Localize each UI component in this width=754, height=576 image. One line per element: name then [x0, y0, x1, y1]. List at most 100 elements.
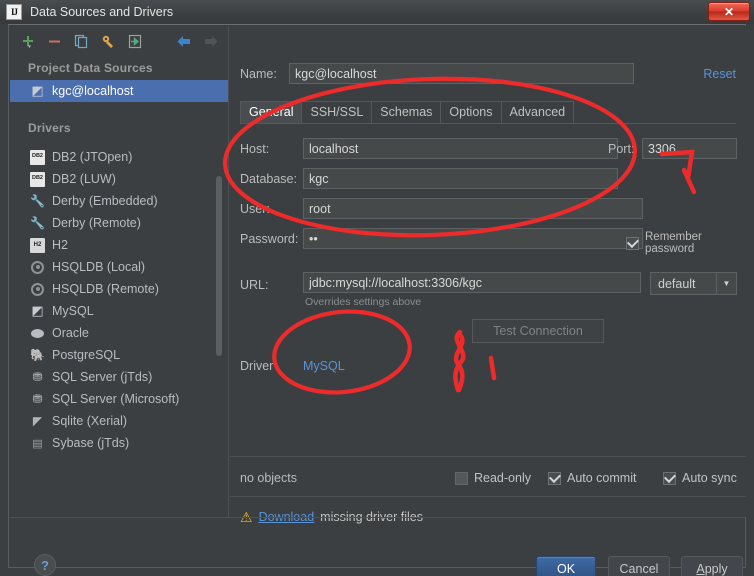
back-arrow-icon[interactable] [175, 32, 193, 50]
driver-value-link[interactable]: MySQL [303, 359, 345, 373]
autosync-checkbox[interactable]: Auto sync [663, 471, 737, 485]
test-connection-button[interactable]: Test Connection [472, 319, 604, 343]
checkbox-icon [455, 471, 468, 485]
project-data-sources-header: Project Data Sources [28, 61, 153, 75]
driver-item-sybase-jtds[interactable]: ▤ Sybase (jTds) [10, 432, 228, 454]
db2-icon: DB2 [30, 149, 45, 165]
ok-button[interactable]: OK [536, 556, 596, 576]
url-label: URL: [240, 278, 269, 292]
readonly-label: Read-only [474, 471, 531, 485]
add-icon[interactable] [18, 32, 36, 50]
sidebar-toolbar [10, 26, 228, 56]
db2-icon: DB2 [30, 171, 45, 187]
apply-button[interactable]: Apply [681, 556, 743, 576]
driver-item-label: SQL Server (jTds) [52, 370, 153, 384]
driver-item-hsqldb-remote[interactable]: HSQLDB (Remote) [10, 278, 228, 300]
host-label: Host: [240, 142, 270, 156]
driver-item-label: Derby (Embedded) [52, 194, 158, 208]
sybase-icon: ▤ [32, 437, 43, 450]
driver-item-label: Oracle [52, 326, 89, 340]
close-icon[interactable]: ✕ [708, 2, 750, 21]
driver-item-label: Derby (Remote) [52, 216, 141, 230]
ring-icon [30, 282, 45, 297]
driver-item-derby-remote[interactable]: 🔧 Derby (Remote) [10, 212, 228, 234]
password-input[interactable] [303, 228, 643, 249]
oracle-icon [30, 326, 45, 341]
driver-item-label: H2 [52, 238, 68, 252]
driver-item-db2-jtopen[interactable]: DB2 DB2 (JTOpen) [10, 146, 228, 168]
divider [230, 496, 746, 497]
h2-icon: H2 [30, 237, 45, 253]
driver-item-label: DB2 (LUW) [52, 172, 116, 186]
drivers-list: DB2 DB2 (JTOpen) DB2 DB2 (LUW) 🔧 Derby (… [10, 146, 228, 454]
sidebar-scrollbar[interactable] [216, 176, 222, 356]
url-input[interactable] [303, 272, 641, 293]
sidebar: Project Data Sources ◩ kgc@localhost Dri… [10, 26, 229, 517]
chevron-down-icon: ▼ [716, 273, 736, 294]
objects-status: no objects [240, 471, 297, 485]
driver-item-sqlite-xerial[interactable]: ◤ Sqlite (Xerial) [10, 410, 228, 432]
name-label: Name: [240, 67, 277, 81]
sqlserver-icon: ⛃ [32, 392, 43, 406]
database-label: Database: [240, 172, 297, 186]
port-input[interactable] [642, 138, 737, 159]
forward-arrow-icon [202, 32, 220, 50]
port-label: Port: [608, 142, 635, 156]
copy-icon[interactable] [72, 32, 90, 50]
remove-icon[interactable] [45, 32, 63, 50]
driver-item-mysql[interactable]: ◩ MySQL [10, 300, 228, 322]
driver-item-oracle[interactable]: Oracle [10, 322, 228, 344]
driver-item-label: DB2 (JTOpen) [52, 150, 133, 164]
readonly-checkbox[interactable]: Read-only [455, 471, 531, 485]
driver-item-postgresql[interactable]: 🐘 PostgreSQL [10, 344, 228, 366]
import-icon[interactable] [126, 32, 144, 50]
checkbox-icon [663, 471, 676, 485]
apply-label-rest: pply [704, 562, 728, 576]
driver-item-sqlserver-jtds[interactable]: ⛃ SQL Server (jTds) [10, 366, 228, 388]
reset-link[interactable]: Reset [703, 67, 736, 81]
driver-item-hsqldb-local[interactable]: HSQLDB (Local) [10, 256, 228, 278]
checkbox-icon [626, 236, 639, 250]
tab-advanced[interactable]: Advanced [500, 101, 575, 123]
driver-item-h2[interactable]: H2 H2 [10, 234, 228, 256]
autocommit-label: Auto commit [567, 471, 637, 485]
dialog-window: IJ Data Sources and Drivers ✕ Project Da… [0, 0, 754, 576]
app-icon: IJ [6, 4, 22, 20]
cancel-button[interactable]: Cancel [608, 556, 670, 576]
database-input[interactable] [303, 168, 618, 189]
help-button[interactable]: ? [34, 554, 56, 576]
driver-item-db2-luw[interactable]: DB2 DB2 (LUW) [10, 168, 228, 190]
divider [230, 456, 746, 457]
user-input[interactable] [303, 198, 643, 219]
title-bar: IJ Data Sources and Drivers [0, 0, 754, 24]
dialog-content: Project Data Sources ◩ kgc@localhost Dri… [8, 24, 746, 576]
autocommit-checkbox[interactable]: Auto commit [548, 471, 636, 485]
sidebar-item-kgc-localhost[interactable]: ◩ kgc@localhost [10, 80, 228, 102]
driver-item-derby-embedded[interactable]: 🔧 Derby (Embedded) [10, 190, 228, 212]
driver-item-label: HSQLDB (Remote) [52, 282, 159, 296]
divider [10, 517, 746, 518]
tab-ssh-ssl[interactable]: SSH/SSL [301, 101, 373, 123]
driver-item-label: SQL Server (Microsoft) [52, 392, 180, 406]
remember-password-checkbox[interactable]: Remember password [626, 231, 746, 255]
ring-icon [30, 260, 45, 275]
driver-item-label: PostgreSQL [52, 348, 121, 362]
wrench-icon: 🔧 [30, 216, 45, 230]
mysql-icon: ◩ [31, 83, 44, 98]
tab-general[interactable]: General [240, 101, 303, 123]
url-type-value: default [658, 276, 696, 291]
tab-options[interactable]: Options [440, 101, 502, 123]
driver-icon[interactable] [99, 32, 117, 50]
sqlite-icon: ◤ [32, 414, 43, 428]
settings-panel: Name: Reset General SSH/SSL Schemas Opti… [230, 26, 746, 524]
window-title: Data Sources and Drivers [30, 5, 174, 19]
tab-schemas[interactable]: Schemas [371, 101, 442, 123]
host-input[interactable] [303, 138, 618, 159]
name-input[interactable] [289, 63, 634, 84]
url-type-dropdown[interactable]: default ▼ [650, 272, 737, 295]
driver-item-label: MySQL [52, 304, 94, 318]
sqlserver-icon: ⛃ [32, 370, 43, 384]
driver-item-sqlserver-microsoft[interactable]: ⛃ SQL Server (Microsoft) [10, 388, 228, 410]
tab-bar: General SSH/SSL Schemas Options Advanced [240, 101, 736, 124]
checkbox-icon [548, 471, 561, 485]
